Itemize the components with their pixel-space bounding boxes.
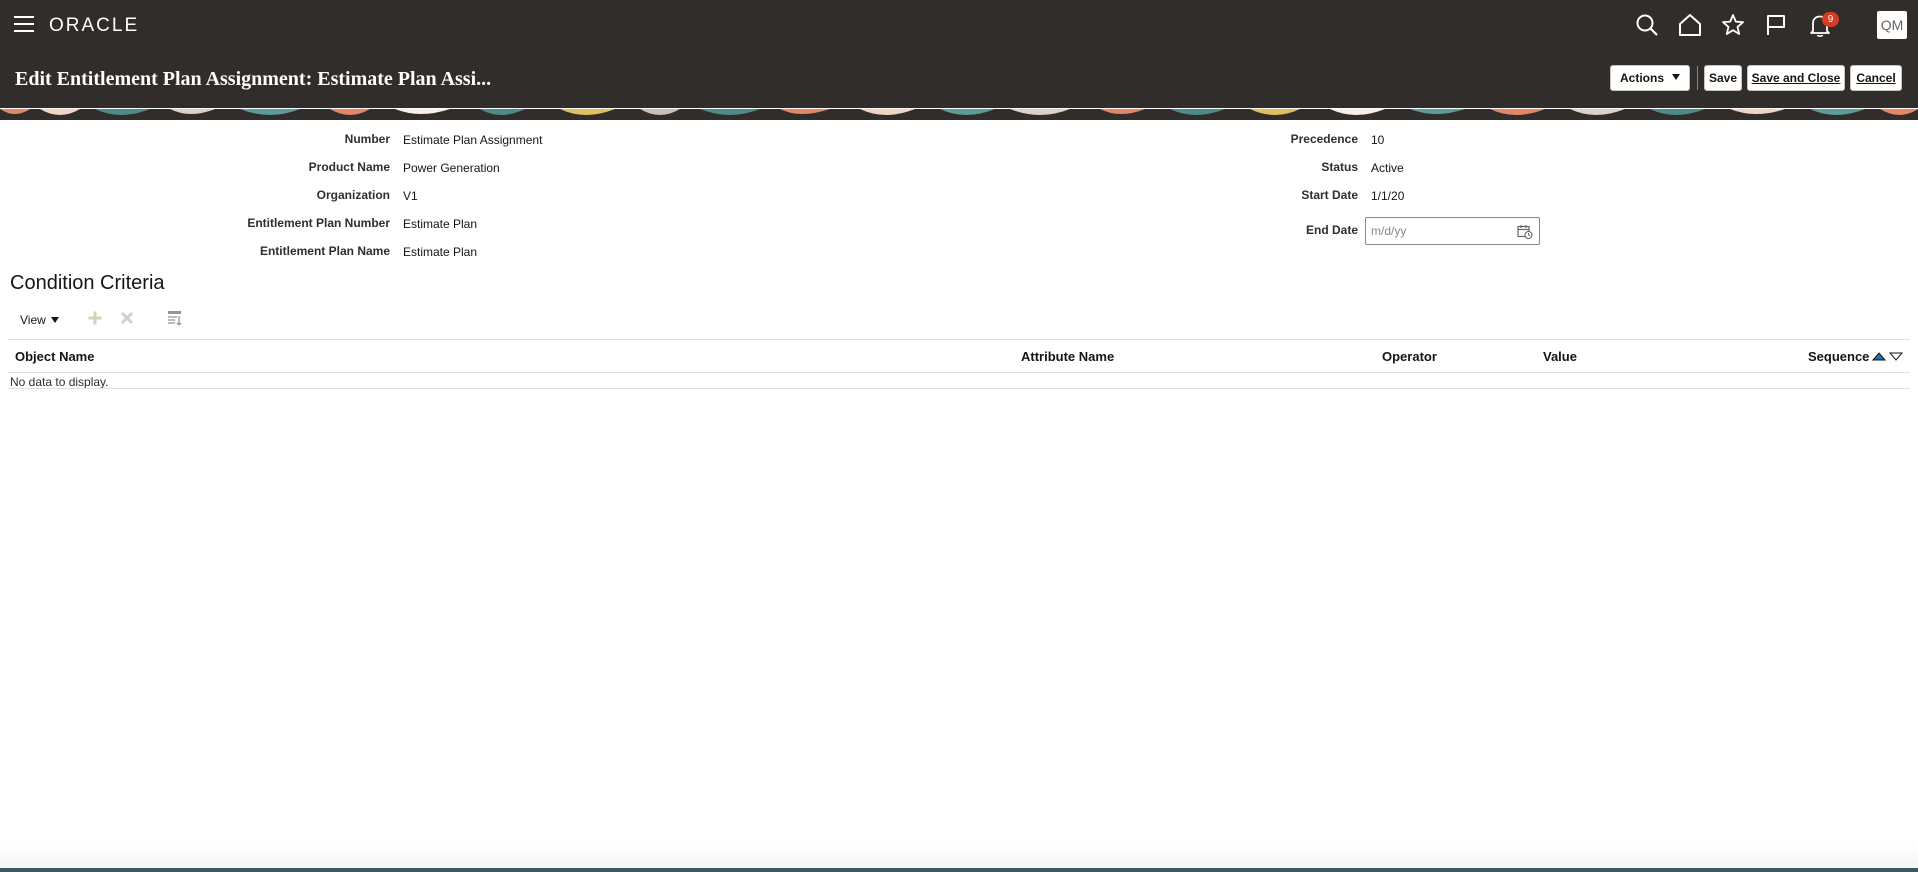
condition-criteria-heading: Condition Criteria [10, 272, 165, 294]
entitlement-plan-number-label: Entitlement Plan Number [247, 216, 390, 230]
table-bottom-border [8, 388, 1910, 389]
favorites-star-icon[interactable] [1720, 12, 1746, 38]
calendar-icon[interactable] [1517, 224, 1533, 240]
table-header-border [8, 372, 1910, 373]
entitlement-plan-name-label: Entitlement Plan Name [259, 244, 390, 258]
sort-controls [1871, 349, 1905, 363]
column-header-value[interactable]: Value [1543, 349, 1577, 364]
toolbar-separator [1697, 66, 1698, 90]
view-menu[interactable]: View [20, 313, 59, 327]
empty-table-message: No data to display. [10, 375, 109, 389]
global-header [0, 0, 1918, 50]
page-title: Edit Entitlement Plan Assignment: Estima… [15, 68, 492, 90]
column-header-object-name[interactable]: Object Name [15, 349, 94, 364]
page-bottom-edge [0, 868, 1918, 872]
save-button[interactable]: Save [1704, 65, 1742, 91]
number-value: Estimate Plan Assignment [403, 133, 543, 147]
cancel-button[interactable]: Cancel [1850, 65, 1902, 91]
actions-menu-button[interactable]: Actions [1610, 65, 1690, 91]
decorative-banner [0, 108, 1918, 120]
product-name-value: Power Generation [403, 161, 500, 175]
add-row-icon[interactable] [86, 309, 104, 327]
chevron-down-icon [1672, 74, 1680, 80]
home-icon[interactable] [1677, 12, 1703, 38]
search-icon[interactable] [1634, 12, 1660, 38]
start-date-value: 1/1/20 [1371, 189, 1405, 203]
precedence-value: 10 [1371, 133, 1385, 147]
menu-icon[interactable] [14, 16, 34, 34]
chevron-down-icon [50, 317, 59, 323]
sort-descending-icon[interactable] [1888, 352, 1904, 361]
column-header-operator[interactable]: Operator [1382, 349, 1437, 364]
delete-row-icon[interactable] [118, 309, 136, 327]
save-and-close-button[interactable]: Save and Close [1747, 65, 1845, 91]
view-menu-label: View [20, 313, 46, 327]
number-label: Number [344, 132, 390, 146]
status-value: Active [1371, 161, 1404, 175]
end-date-input[interactable] [1366, 218, 1506, 244]
notification-count-badge: 9 [1822, 12, 1839, 27]
entitlement-plan-name-value: Estimate Plan [403, 245, 478, 259]
end-date-field[interactable] [1365, 217, 1540, 245]
freeze-columns-icon[interactable] [166, 309, 184, 327]
start-date-label: Start Date [1301, 188, 1358, 202]
table-top-border [8, 339, 1910, 340]
actions-label: Actions [1619, 71, 1664, 85]
product-name-label: Product Name [308, 160, 390, 174]
precedence-label: Precedence [1290, 132, 1358, 146]
column-header-attribute-name[interactable]: Attribute Name [1021, 349, 1114, 364]
organization-label: Organization [316, 188, 390, 202]
end-date-label: End Date [1305, 223, 1358, 237]
watchlist-flag-icon[interactable] [1763, 12, 1789, 38]
sort-ascending-icon[interactable] [1871, 352, 1887, 361]
status-label: Status [1321, 160, 1358, 174]
user-avatar[interactable]: QM [1877, 11, 1907, 39]
oracle-logo[interactable]: ORACLE [49, 15, 139, 37]
entitlement-plan-number-value: Estimate Plan [403, 217, 478, 231]
column-header-sequence[interactable]: Sequence [1808, 349, 1869, 364]
organization-value: V1 [403, 189, 418, 203]
